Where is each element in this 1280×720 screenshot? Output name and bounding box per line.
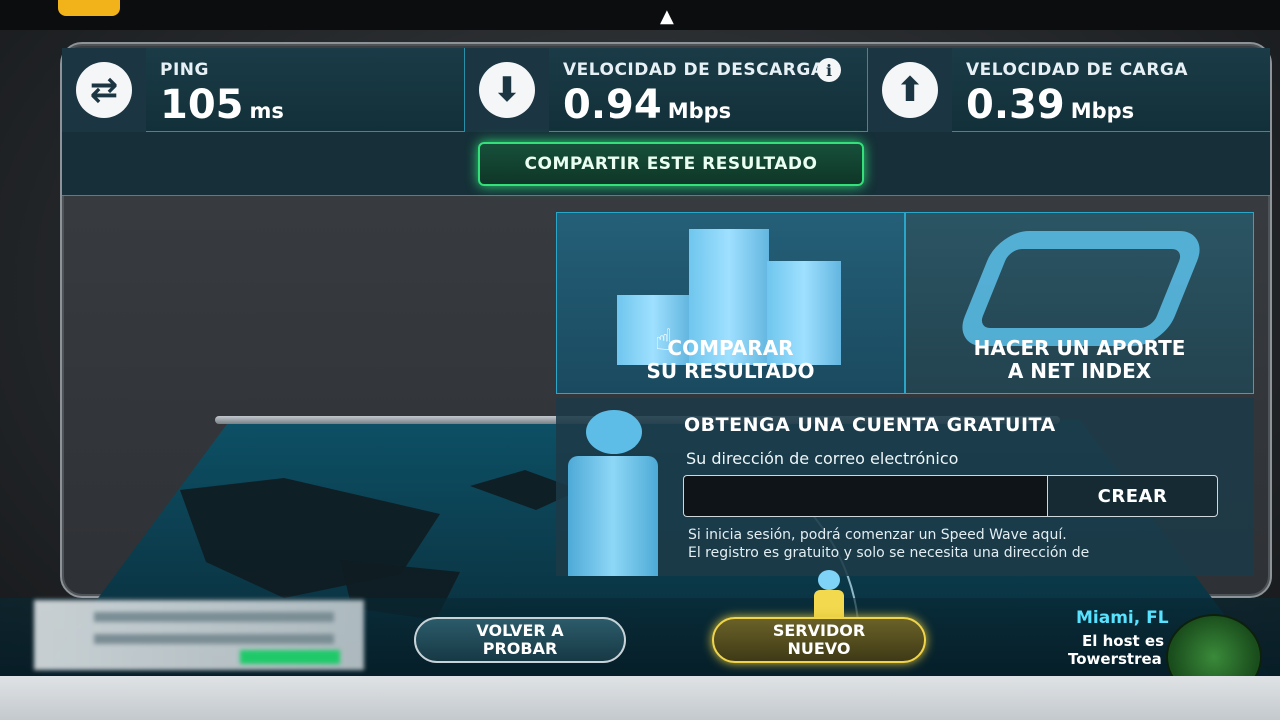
ping-number: 105 bbox=[160, 82, 244, 128]
account-title: OBTENGA UNA CUENTA GRATUITA bbox=[684, 414, 1056, 436]
host-provider: Towerstrea bbox=[1068, 650, 1162, 668]
metric-upload: ⬆ VELOCIDAD DE CARGA 0.39 Mbps bbox=[868, 48, 1270, 132]
result-tiles: ☝ COMPARAR SU RESULTADO HACER UN APORTE … bbox=[556, 212, 1254, 394]
compare-result-label: COMPARAR SU RESULTADO bbox=[646, 336, 815, 383]
compare-result-tile[interactable]: ☝ COMPARAR SU RESULTADO bbox=[556, 212, 905, 394]
corner-badge bbox=[58, 0, 120, 16]
person-icon bbox=[568, 410, 658, 576]
top-bar bbox=[0, 0, 1280, 30]
upload-value: 0.39 Mbps bbox=[966, 82, 1134, 128]
email-input[interactable] bbox=[683, 475, 1047, 517]
isp-rating-bar bbox=[240, 650, 340, 664]
host-city: Miami, FL bbox=[1076, 608, 1169, 628]
create-account-button[interactable]: CREAR bbox=[1047, 475, 1218, 517]
server-pin-icon bbox=[812, 570, 846, 620]
download-number: 0.94 bbox=[563, 82, 662, 128]
ping-value: 105 ms bbox=[160, 82, 284, 128]
ping-unit: ms bbox=[249, 99, 284, 123]
account-note-line1: Si inicia sesión, podrá comenzar un Spee… bbox=[688, 527, 1067, 543]
upload-label: VELOCIDAD DE CARGA bbox=[966, 60, 1189, 80]
download-unit: Mbps bbox=[667, 99, 732, 123]
net-index-tile[interactable]: HACER UN APORTE A NET INDEX bbox=[905, 212, 1254, 394]
download-arrow-icon: ⬇ bbox=[479, 62, 535, 118]
net-index-label: HACER UN APORTE A NET INDEX bbox=[973, 336, 1186, 383]
email-label: Su dirección de correo electrónico bbox=[686, 449, 959, 468]
account-note-line2: El registro es gratuito y solo se necesi… bbox=[688, 545, 1090, 561]
share-result-button[interactable]: COMPARTIR ESTE RESULTADO bbox=[478, 142, 864, 186]
download-value: 0.94 Mbps bbox=[563, 82, 731, 128]
new-server-button[interactable]: SERVIDOR NUEVO bbox=[712, 617, 926, 663]
ping-icon-box: ⇄ bbox=[62, 48, 146, 132]
metrics-header: ⇄ PING 105 ms ⬇ VELOCIDAD DE DESCARGA i 0… bbox=[62, 48, 1270, 132]
net-index-logo-icon bbox=[952, 231, 1210, 346]
ping-arrows-icon: ⇄ bbox=[76, 62, 132, 118]
upload-icon-box: ⬆ bbox=[868, 48, 952, 132]
upload-unit: Mbps bbox=[1070, 99, 1135, 123]
upload-number: 0.39 bbox=[966, 82, 1065, 128]
collapse-arrow-icon[interactable]: ▲ bbox=[660, 6, 674, 27]
info-icon[interactable]: i bbox=[817, 58, 841, 82]
ping-label: PING bbox=[160, 60, 209, 80]
host-line: El host es bbox=[1082, 632, 1165, 650]
footer-strip bbox=[0, 676, 1280, 720]
metric-download: ⬇ VELOCIDAD DE DESCARGA i 0.94 Mbps bbox=[465, 48, 868, 132]
download-label: VELOCIDAD DE DESCARGA bbox=[563, 60, 825, 80]
metric-ping: ⇄ PING 105 ms bbox=[62, 48, 465, 132]
test-again-button[interactable]: VOLVER A PROBAR bbox=[414, 617, 626, 663]
account-note: Si inicia sesión, podrá comenzar un Spee… bbox=[688, 526, 1089, 562]
upload-arrow-icon: ⬆ bbox=[882, 62, 938, 118]
download-icon-box: ⬇ bbox=[465, 48, 549, 132]
